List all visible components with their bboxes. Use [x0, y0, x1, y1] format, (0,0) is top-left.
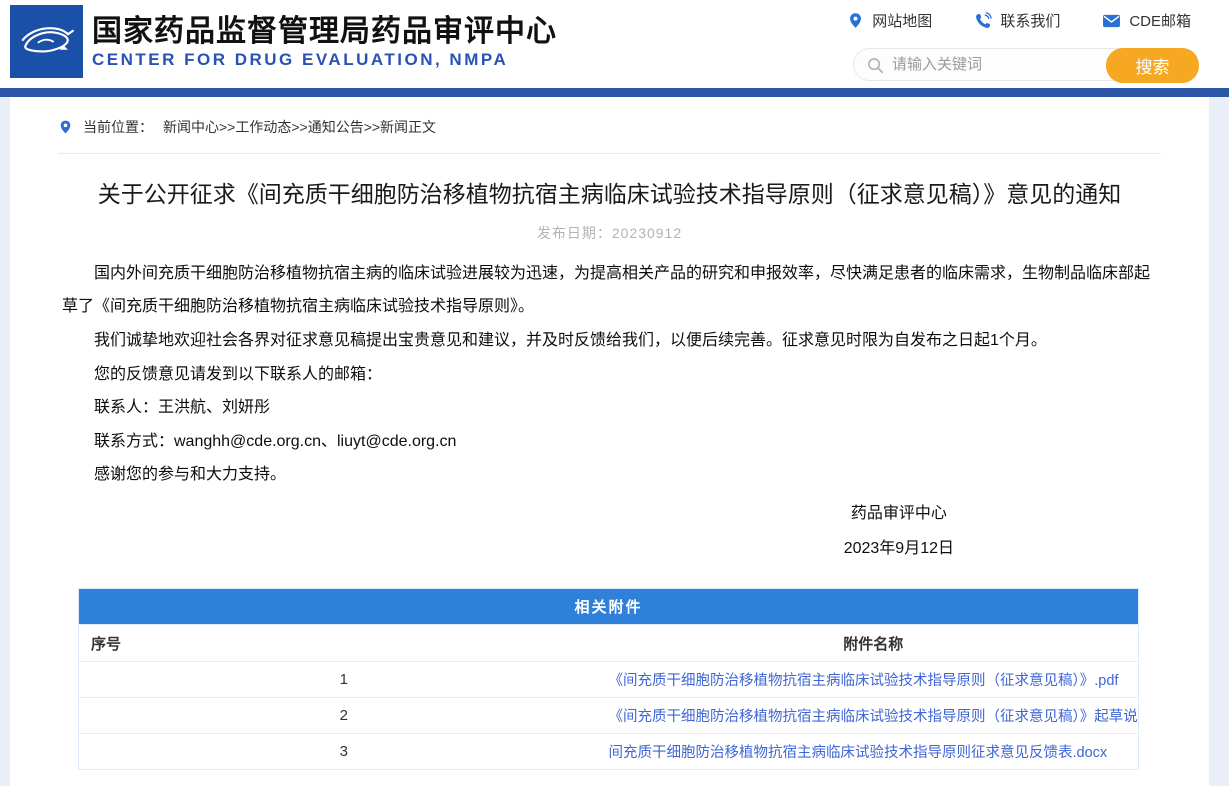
location-pin-icon [850, 13, 862, 28]
table-row: 2 《间充质干细胞防治移植物抗宿主病临床试验技术指导原则（征求意见稿）》起草说明… [78, 697, 1139, 735]
table-row: 3 间充质干细胞防治移植物抗宿主病临床试验技术指导原则征求意见反馈表.docx [78, 733, 1139, 771]
article-paragraph: 国内外间充质干细胞防治移植物抗宿主病的临床试验进展较为迅速，为提高相关产品的研究… [62, 264, 1151, 316]
main-content: 当前位置： 新闻中心>>工作动态>>通知公告>>新闻正文 关于公开征求《间充质干细… [10, 97, 1209, 786]
sitemap-link-label: 网站地图 [872, 13, 933, 30]
signature-org: 药品审评中心 [850, 504, 947, 522]
article-paragraph-contact-emails: 联系方式：wanghh@cde.org.cn、liuyt@cde.org.cn [94, 432, 457, 450]
site-title-chinese: 国家药品监督管理局药品审评中心 [92, 15, 557, 48]
top-navbar [0, 88, 1229, 97]
breadcrumb-prefix: 当前位置： [83, 119, 153, 135]
article-paragraph: 您的反馈意见请发到以下联系人的邮箱： [94, 365, 383, 383]
attachment-index: 3 [78, 733, 609, 771]
attachments-col-index: 序号 [78, 624, 609, 663]
article-body: 国内外间充质干细胞防治移植物抗宿主病的临床试验进展较为迅速，为提高相关产品的研究… [10, 257, 1209, 492]
attachments-title-bar: 相关附件 [78, 588, 1139, 626]
header-quick-links: 网站地图 联系我们 CDE邮箱 [847, 10, 1191, 31]
phone-icon [976, 11, 993, 28]
article-paragraph: 我们诚挚地欢迎社会各界对征求意见稿提出宝贵意见和建议，并及时反馈给我们，以便后续… [94, 331, 1047, 349]
article-title: 关于公开征求《间充质干细胞防治移植物抗宿主病临床试验技术指导原则（征求意见稿）》… [97, 181, 1122, 207]
search-icon [867, 57, 884, 74]
article-paragraph: 感谢您的参与和大力支持。 [94, 466, 287, 484]
cde-mail-link-label: CDE邮箱 [1129, 13, 1191, 30]
attachment-index: 2 [78, 697, 609, 735]
breadcrumb: 当前位置： 新闻中心>>工作动态>>通知公告>>新闻正文 [10, 97, 1209, 147]
attachments-col-name: 附件名称 [608, 624, 1139, 663]
cde-mail-link[interactable]: CDE邮箱 [1102, 10, 1191, 31]
breadcrumb-path[interactable]: 新闻中心>>工作动态>>通知公告>>新闻正文 [163, 117, 436, 137]
signature-date: 2023年9月12日 [843, 540, 954, 558]
location-pin-icon [60, 120, 71, 134]
search-button[interactable]: 搜索 [1106, 48, 1199, 83]
sitemap-link[interactable]: 网站地图 [847, 10, 932, 31]
attachment-index: 1 [78, 661, 609, 699]
site-header: 国家药品监督管理局药品审评中心 CENTER FOR DRUG EVALUATI… [0, 0, 1229, 88]
breadcrumb-divider [58, 153, 1161, 154]
table-row: 1 《间充质干细胞防治移植物抗宿主病临床试验技术指导原则（征求意见稿）》.pdf [78, 661, 1139, 699]
site-title-english: CENTER FOR DRUG EVALUATION, NMPA [92, 50, 509, 69]
attachment-link-pdf-guideline[interactable]: 《间充质干细胞防治移植物抗宿主病临床试验技术指导原则（征求意见稿）》.pdf [609, 673, 1119, 689]
publish-date: 发布日期：20230912 [536, 224, 683, 241]
search-bar: 搜索 [853, 48, 1199, 83]
swan-swoosh-icon [21, 26, 74, 53]
cde-logo[interactable] [10, 5, 83, 78]
envelope-icon [1103, 14, 1121, 27]
search-input[interactable] [892, 50, 1102, 79]
attachment-link-pdf-drafting-notes[interactable]: 《间充质干细胞防治移植物抗宿主病临床试验技术指导原则（征求意见稿）》起草说明.p… [609, 709, 1139, 725]
signature-block: 药品审评中心 2023年9月12日 [844, 496, 954, 566]
article-paragraph-contacts: 联系人：王洪航、刘妍彤 [94, 399, 271, 417]
attachments-table: 相关附件 序号 附件名称 1 《间充质干细胞防治移植物抗宿主病临床试验技术指导原… [78, 588, 1139, 771]
contact-us-link-label: 联系我们 [1000, 13, 1061, 30]
contact-us-link[interactable]: 联系我们 [974, 10, 1060, 31]
attachment-link-docx-feedback-form[interactable]: 间充质干细胞防治移植物抗宿主病临床试验技术指导原则征求意见反馈表.docx [609, 745, 1108, 761]
